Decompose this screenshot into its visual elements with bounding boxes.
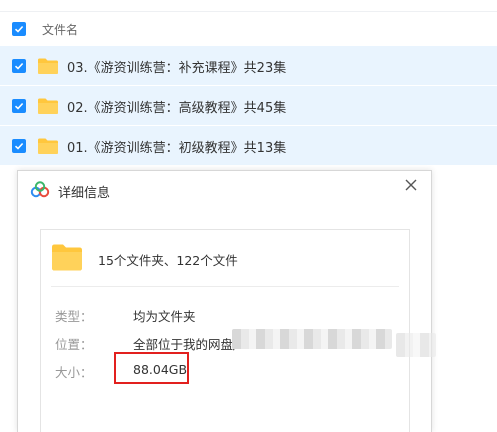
cloud-logo-icon <box>30 181 50 198</box>
select-all-checkbox[interactable] <box>12 22 26 36</box>
checkmark-icon <box>14 102 24 110</box>
type-value: 均为文件夹 <box>133 309 196 324</box>
size-label: 大小： <box>55 365 93 380</box>
redacted-path <box>232 329 392 349</box>
dialog-titlebar: 详细信息 <box>18 171 431 209</box>
redacted-path-tail <box>396 333 436 357</box>
folder-icon <box>52 244 82 271</box>
type-label: 类型： <box>55 309 93 324</box>
folder-icon <box>38 58 58 74</box>
folder-icon <box>38 98 58 114</box>
file-name[interactable]: 01.《游资训练营：初级教程》共13集 <box>67 137 286 156</box>
row-checkbox[interactable] <box>12 59 26 73</box>
file-row[interactable]: 01.《游资训练营：初级教程》共13集 <box>0 126 497 166</box>
file-list-header: 文件名 <box>0 12 497 46</box>
row-checkbox[interactable] <box>12 139 26 153</box>
selection-summary: 15个文件夹、122个文件 <box>98 253 238 268</box>
row-checkbox[interactable] <box>12 99 26 113</box>
file-row[interactable]: 03.《游资训练营：补充课程》共23集 <box>0 46 497 86</box>
top-divider <box>0 0 497 12</box>
dialog-title: 详细信息 <box>58 186 111 201</box>
checkmark-icon <box>14 62 24 70</box>
size-highlight-annotation <box>114 352 189 384</box>
folder-icon <box>38 138 58 154</box>
location-label: 位置： <box>55 337 93 352</box>
checkmark-icon <box>14 142 24 150</box>
file-name[interactable]: 03.《游资训练营：补充课程》共23集 <box>67 57 286 76</box>
details-dialog: 详细信息 15个文件夹、122个文件 类型： 均为文件夹 位置： 全部位于我的网… <box>17 170 432 432</box>
file-row[interactable]: 02.《游资训练营：高级教程》共45集 <box>0 86 497 126</box>
location-value: 全部位于我的网盘/ <box>133 337 238 352</box>
close-icon[interactable] <box>403 177 419 193</box>
divider <box>51 286 399 287</box>
column-header-filename[interactable]: 文件名 <box>42 21 78 38</box>
file-name[interactable]: 02.《游资训练营：高级教程》共45集 <box>67 97 286 116</box>
checkmark-icon <box>14 25 24 33</box>
